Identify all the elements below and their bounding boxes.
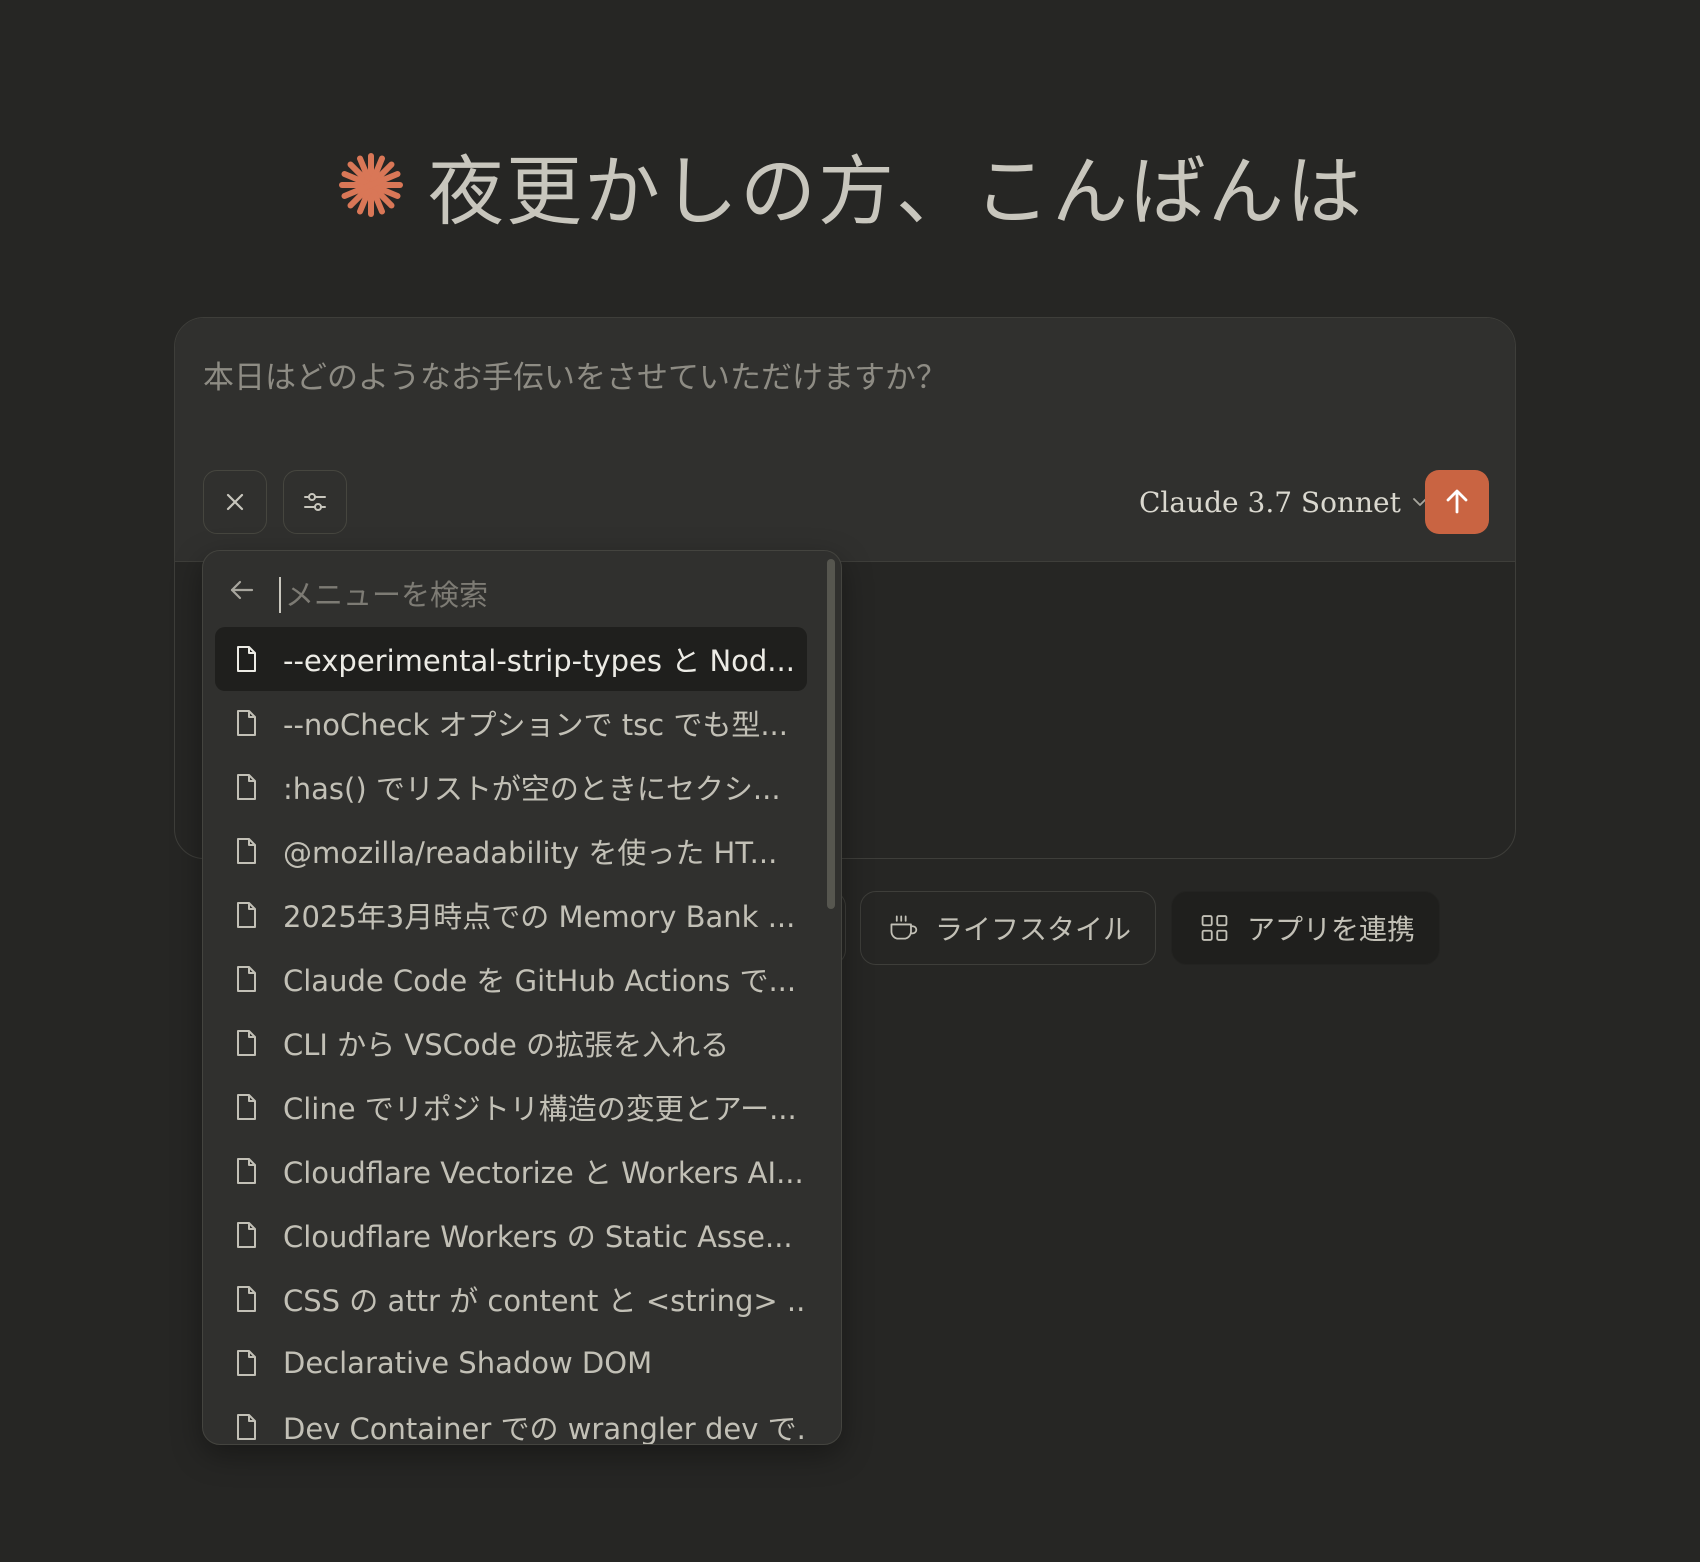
menu-list: --experimental-strip-types と Nod... --no… (215, 627, 807, 1445)
prompt-input[interactable]: 本日はどのようなお手伝いをさせていただけますか？ (203, 352, 947, 397)
arrow-up-icon (1446, 489, 1468, 514)
menu-item-label: Dev Container での wrangler dev で... (283, 1412, 807, 1445)
menu-item-label: --noCheck オプションで tsc でも型... (283, 708, 788, 742)
document-icon (237, 646, 256, 672)
arrow-left-icon[interactable] (227, 575, 257, 605)
document-icon (237, 710, 256, 736)
options-button[interactable] (283, 470, 347, 534)
menu-item-document[interactable]: Cline でリポジトリ構造の変更とアー... (215, 1075, 807, 1139)
menu-item-label: --experimental-strip-types と Nod... (283, 644, 795, 678)
close-button[interactable] (203, 470, 267, 534)
document-icon (237, 774, 256, 800)
model-name: Claude 3.7 Sonnet (1139, 485, 1401, 519)
send-button[interactable] (1425, 470, 1489, 534)
menu-item-document[interactable]: Cloudflare Vectorize と Workers AI... (215, 1139, 807, 1203)
apps-grid-icon (1201, 915, 1228, 941)
menu-item-label: CLI から VSCode の拡張を入れる (283, 1028, 730, 1062)
close-icon (226, 493, 244, 511)
menu-item-document[interactable]: Cloudflare Workers の Static Asse... (215, 1203, 807, 1267)
menu-item-document[interactable]: --experimental-strip-types と Nod... (215, 627, 807, 691)
chip-label: アプリを連携 (1246, 913, 1415, 946)
document-icon (237, 1030, 256, 1056)
menu-search-input[interactable] (283, 569, 783, 621)
greeting-title: 夜更かしの方、こんばんは (428, 147, 1364, 236)
greeting: 夜更かしの方、こんばんは (0, 130, 1700, 240)
menu-item-document[interactable]: 2025年3月時点での Memory Bank ... (215, 883, 807, 947)
menu-item-document[interactable]: Claude Code を GitHub Actions で... (215, 947, 807, 1011)
document-icon (237, 902, 256, 928)
menu-item-document[interactable]: CSS の attr が content と <string> ... (215, 1267, 807, 1331)
menu-item-label: Claude Code を GitHub Actions で... (283, 964, 797, 998)
model-selector[interactable]: Claude 3.7 Sonnet (1139, 482, 1429, 522)
menu-item-label: 2025年3月時点での Memory Bank ... (283, 900, 796, 934)
document-icon (237, 1222, 256, 1248)
document-icon (237, 1350, 256, 1376)
menu-item-label: Declarative Shadow DOM (283, 1346, 653, 1380)
menu-item-document[interactable]: Dev Container での wrangler dev で... (215, 1395, 807, 1445)
menu-item-document[interactable]: Declarative Shadow DOM (215, 1331, 807, 1395)
menu-search-bar (203, 551, 841, 627)
menu-scrollbar[interactable] (827, 559, 835, 909)
menu-item-document[interactable]: CLI から VSCode の拡張を入れる (215, 1011, 807, 1075)
menu-item-label: Cline でリポジトリ構造の変更とアー... (283, 1092, 797, 1126)
menu-item-document[interactable]: --noCheck オプションで tsc でも型... (215, 691, 807, 755)
chip-label: ライフスタイル (934, 913, 1131, 946)
project-menu-dropdown: --experimental-strip-types と Nod... --no… (202, 550, 842, 1445)
document-icon (237, 1286, 256, 1312)
document-icon (237, 1414, 256, 1440)
menu-item-label: @mozilla/readability を使った HT... (283, 836, 778, 870)
coffee-cup-icon (890, 915, 918, 940)
suggestion-chip-lifestyle[interactable]: ライフスタイル (860, 891, 1156, 965)
menu-item-label: Cloudflare Vectorize と Workers AI... (283, 1156, 804, 1190)
menu-item-document[interactable]: :has() でリストが空のときにセクシ... (215, 755, 807, 819)
menu-item-label: Cloudflare Workers の Static Asse... (283, 1220, 793, 1254)
claude-spark-icon (339, 153, 403, 217)
composer-input-area[interactable]: 本日はどのようなお手伝いをさせていただけますか？ Claude 3.7 Sonn… (175, 318, 1515, 562)
document-icon (237, 838, 256, 864)
document-icon (237, 966, 256, 992)
suggestion-chip-connect-apps[interactable]: アプリを連携 (1171, 891, 1440, 965)
menu-item-label: CSS の attr が content と <string> ... (283, 1284, 807, 1318)
document-icon (237, 1158, 256, 1184)
menu-item-document[interactable]: @mozilla/readability を使った HT... (215, 819, 807, 883)
menu-item-label: :has() でリストが空のときにセクシ... (283, 772, 781, 806)
document-icon (237, 1094, 256, 1120)
text-caret (279, 577, 281, 613)
sliders-icon (304, 493, 326, 511)
